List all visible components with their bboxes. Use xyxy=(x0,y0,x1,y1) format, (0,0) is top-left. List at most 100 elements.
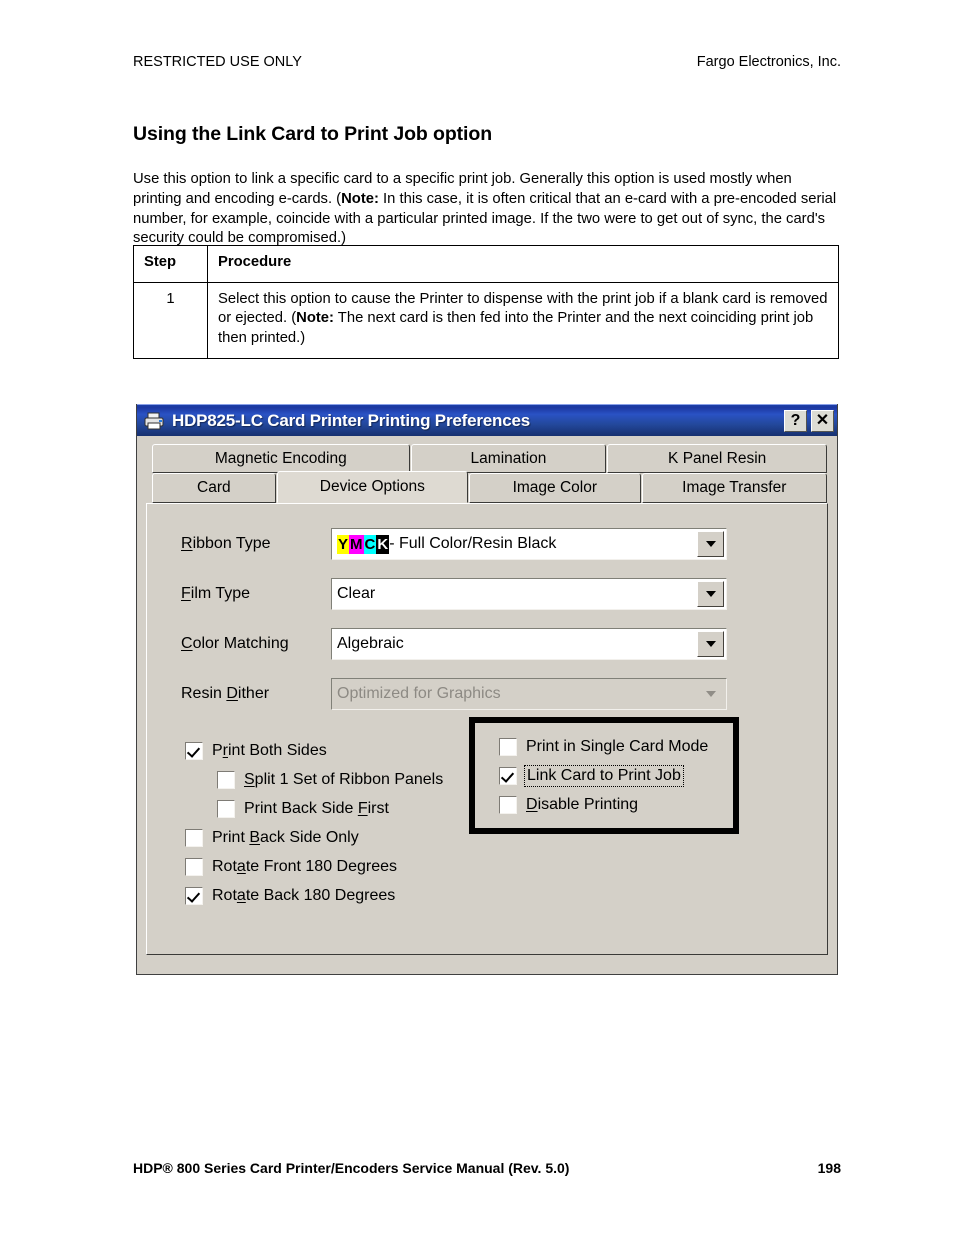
label-prefix: Resin xyxy=(181,685,227,702)
label-film-type: Film Type xyxy=(181,585,331,603)
label-ribbon-type: Ribbon Type xyxy=(181,535,331,553)
checkbox-box[interactable] xyxy=(185,828,203,847)
tab-image-color[interactable]: Image Color xyxy=(469,473,641,503)
accel-letter: a xyxy=(236,886,246,904)
checkbox-label: Print Both Sides xyxy=(212,742,327,760)
tab-label: K Panel Resin xyxy=(668,449,767,467)
field-color-matching: Color Matching Algebraic xyxy=(147,628,827,660)
film-type-value: Clear xyxy=(337,585,376,602)
accel-letter: F xyxy=(181,585,191,602)
ymck-swatch: YMCK xyxy=(337,534,390,554)
field-film-type: Film Type Clear xyxy=(147,578,827,610)
chevron-down-icon xyxy=(697,681,724,707)
tab-lamination[interactable]: Lamination xyxy=(410,444,607,473)
tab-strip: Magnetic Encoding Lamination K Panel Res… xyxy=(152,444,828,503)
label-color-matching: Color Matching xyxy=(181,635,331,653)
ribbon-type-value-text: - Full Color/Resin Black xyxy=(389,535,557,552)
dialog-titlebar[interactable]: HDP825-LC Card Printer Printing Preferen… xyxy=(137,404,837,436)
film-type-combobox[interactable]: Clear xyxy=(331,578,727,610)
help-button[interactable]: ? xyxy=(784,409,807,432)
checkbox-box[interactable] xyxy=(185,886,203,905)
checkbox-label: Print Back Side Only xyxy=(212,829,359,847)
chevron-down-icon[interactable] xyxy=(697,631,724,657)
procedure-note-label: Note: xyxy=(296,310,334,327)
page-title: Using the Link Card to Print Job option xyxy=(133,123,493,146)
highlight-annotation-box: Print in Single Card Mode Link Card to P… xyxy=(469,717,739,834)
checkbox-box[interactable] xyxy=(185,741,203,760)
checkbox-print-in-single-card-mode[interactable]: Print in Single Card Mode xyxy=(499,732,733,761)
color-matching-value: Algebraic xyxy=(337,635,404,652)
label-pre: Link Card to Print Job xyxy=(527,766,681,784)
accel-letter: R xyxy=(181,535,193,552)
checkbox-label: Split 1 Set of Ribbon Panels xyxy=(244,771,443,789)
table-row: 1 Select this option to cause the Printe… xyxy=(133,281,839,359)
checkbox-label: Print in Single Card Mode xyxy=(526,738,708,756)
label-resin-dither: Resin Dither xyxy=(181,685,331,703)
footer-manual-title: HDP® 800 Series Card Printer/Encoders Se… xyxy=(133,1160,570,1176)
ribbon-type-combobox[interactable]: YMCK - Full Color/Resin Black xyxy=(331,528,727,560)
tab-card[interactable]: Card xyxy=(152,473,276,503)
resin-dither-combobox: Optimized for Graphics xyxy=(331,678,727,710)
tab-label: Device Options xyxy=(319,478,425,495)
device-options-panel: Ribbon Type YMCK - Full Color/Resin Blac… xyxy=(146,503,828,955)
accel-letter: a xyxy=(236,857,246,875)
header-left-text: RESTRICTED USE ONLY xyxy=(133,54,302,70)
printer-icon xyxy=(143,411,165,431)
printing-preferences-dialog: HDP825-LC Card Printer Printing Preferen… xyxy=(136,404,838,975)
tab-device-options[interactable]: Device Options xyxy=(276,471,469,503)
column-header-step: Step xyxy=(133,245,208,283)
label-pre: Rot xyxy=(212,886,237,904)
label-post: plit 1 Set of Ribbon Panels xyxy=(254,770,444,788)
header-right-text: Fargo Electronics, Inc. xyxy=(696,54,841,70)
cell-step-number: 1 xyxy=(133,281,208,359)
titlebar-buttons: ? ✕ xyxy=(784,409,834,432)
tab-k-panel-resin[interactable]: K Panel Resin xyxy=(607,444,827,473)
chevron-down-icon[interactable] xyxy=(697,581,724,607)
field-resin-dither: Resin Dither Optimized for Graphics xyxy=(147,678,827,710)
close-button[interactable]: ✕ xyxy=(811,409,834,432)
page-footer: HDP® 800 Series Card Printer/Encoders Se… xyxy=(133,1160,841,1176)
checkbox-rotate-front-180-degrees[interactable]: Rotate Front 180 Degrees xyxy=(147,852,827,881)
resin-dither-value: Optimized for Graphics xyxy=(337,685,501,702)
label-pre: Print in Single Card Mode xyxy=(526,737,709,755)
label-post: te Front 180 Degrees xyxy=(245,857,398,875)
checkbox-link-card-to-print-job[interactable]: Link Card to Print Job xyxy=(499,761,733,790)
intro-note-label: Note: xyxy=(341,190,379,207)
checkbox-label: Rotate Back 180 Degrees xyxy=(212,887,395,905)
intro-paragraph: Use this option to link a specific card … xyxy=(133,170,843,250)
procedure-table: Step Procedure 1 Select this option to c… xyxy=(133,245,839,359)
checkbox-label: Print Back Side First xyxy=(244,800,389,818)
checkbox-box[interactable] xyxy=(499,795,517,814)
accel-letter: S xyxy=(244,770,255,788)
checkbox-label: Link Card to Print Job xyxy=(524,764,684,787)
footer-page-number: 198 xyxy=(817,1160,841,1176)
tab-label: Magnetic Encoding xyxy=(214,449,347,467)
tab-row-lower: Card Device Options Image Color Image Tr… xyxy=(152,471,828,503)
label-post: ack Side Only xyxy=(260,828,359,846)
checkbox-rotate-back-180-degrees[interactable]: Rotate Back 180 Degrees xyxy=(147,881,827,910)
label-pre: P xyxy=(212,741,223,759)
chevron-down-icon[interactable] xyxy=(697,531,724,557)
accel-letter: C xyxy=(181,635,193,652)
label-post: isable Printing xyxy=(537,795,639,813)
accel-letter: D xyxy=(226,685,238,702)
column-header-procedure: Procedure xyxy=(207,245,839,283)
table-header-row: Step Procedure xyxy=(133,245,839,283)
checkbox-box[interactable] xyxy=(217,799,235,818)
checkbox-box[interactable] xyxy=(217,770,235,789)
label-post: int Both Sides xyxy=(228,741,327,759)
checkbox-box[interactable] xyxy=(499,766,517,785)
color-matching-combobox[interactable]: Algebraic xyxy=(331,628,727,660)
checkbox-label: Disable Printing xyxy=(526,796,638,814)
dialog-title: HDP825-LC Card Printer Printing Preferen… xyxy=(172,410,530,430)
tab-magnetic-encoding[interactable]: Magnetic Encoding xyxy=(152,444,410,473)
checkbox-box[interactable] xyxy=(499,737,517,756)
label-pre: Print xyxy=(212,828,250,846)
tab-image-transfer[interactable]: Image Transfer xyxy=(641,473,827,503)
tab-label: Image Color xyxy=(512,479,598,496)
checkbox-box[interactable] xyxy=(185,857,203,876)
label-rest: ither xyxy=(237,685,270,702)
checkbox-disable-printing[interactable]: Disable Printing xyxy=(499,790,733,819)
label-post: te Back 180 Degrees xyxy=(245,886,396,904)
checkbox-label: Rotate Front 180 Degrees xyxy=(212,858,397,876)
